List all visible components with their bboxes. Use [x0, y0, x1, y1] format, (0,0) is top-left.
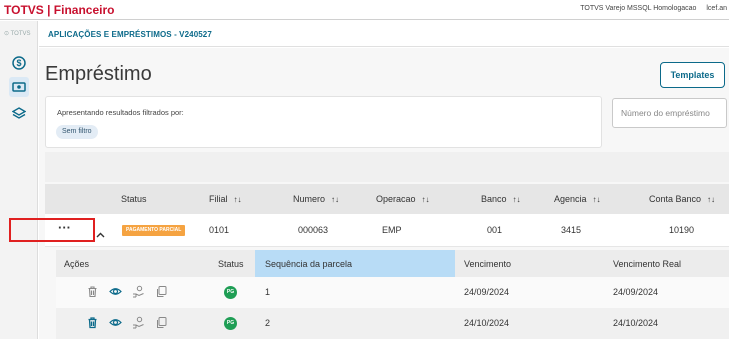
cell-sequencia: 1 [265, 287, 271, 297]
trash-icon[interactable] [86, 285, 99, 298]
cell-sequencia: 2 [265, 318, 271, 328]
column-header-status[interactable]: Status [218, 259, 244, 269]
eye-icon[interactable] [109, 316, 122, 329]
cell-vencimento: 24/09/2024 [464, 287, 510, 297]
templates-button[interactable]: Templates [660, 62, 725, 88]
cell-conta-banco: 10190 [669, 225, 695, 235]
status-badge: PAGAMENTO PARCIAL [122, 225, 186, 236]
column-header-filial[interactable]: Filial ↑↓ [209, 194, 242, 204]
copy-icon[interactable] [155, 316, 168, 329]
sort-icon[interactable]: ↑↓ [234, 195, 242, 204]
column-header-agencia[interactable]: Agencia ↑↓ [554, 194, 601, 204]
cell-numero: 000063 [298, 225, 329, 235]
paid-status-badge: PG [224, 286, 237, 299]
subtable-header: Ações Status Sequência da parcela Vencim… [56, 250, 729, 277]
user-label[interactable]: lcef.an [706, 5, 727, 12]
environment-label: TOTVS Varejo MSSQL Homologacao [580, 5, 697, 12]
column-header-conta-banco[interactable]: Conta Banco ↑↓ [649, 194, 715, 204]
sidebar-logo: ⊙ TOTVS [4, 31, 31, 37]
topbar-info: TOTVS Varejo MSSQL Homologacao lcef.an [572, 5, 727, 12]
table-row[interactable]: ··· PAGAMENTO PARCIAL 0101 000063 EMP 00… [45, 214, 729, 247]
paid-status-badge: PG [224, 317, 237, 330]
cell-vencimento: 24/10/2024 [464, 318, 510, 328]
layers-icon[interactable] [9, 103, 29, 123]
payment-icon[interactable] [132, 316, 145, 329]
toolbar-band [45, 152, 729, 182]
column-header-status[interactable]: Status [121, 194, 147, 204]
breadcrumb: APLICAÇÕES E EMPRÉSTIMOS - V240527 [39, 21, 729, 47]
table-header: Status Filial ↑↓ Numero ↑↓ Operacao ↑↓ Banc… [45, 184, 729, 214]
dollar-circle-icon[interactable]: $ [9, 53, 29, 73]
breadcrumb-title[interactable]: APLICAÇÕES E EMPRÉSTIMOS - V240527 [48, 30, 212, 39]
loan-number-search-input[interactable] [612, 98, 727, 128]
cell-banco: 001 [487, 225, 503, 235]
money-bill-icon[interactable] [9, 77, 29, 97]
cell-operacao: EMP [382, 225, 402, 235]
filter-chip[interactable]: Sem filtro [56, 125, 98, 139]
column-header-vencimento[interactable]: Vencimento [464, 259, 511, 269]
eye-icon[interactable] [109, 285, 122, 298]
sort-icon[interactable]: ↑↓ [331, 195, 339, 204]
copy-icon[interactable] [155, 285, 168, 298]
sort-icon[interactable]: ↑↓ [422, 195, 430, 204]
column-header-sequencia[interactable]: Sequência da parcela [265, 259, 352, 269]
app-title[interactable]: TOTVS | Financeiro [4, 3, 115, 17]
column-header-vencimento-real[interactable]: Vencimento Real [613, 259, 681, 269]
table-row[interactable]: PG 1 24/09/2024 24/09/2024 [56, 277, 729, 308]
filter-label: Apresentando resultados filtrados por: [57, 108, 184, 117]
svg-text:$: $ [16, 58, 21, 68]
trash-icon[interactable] [86, 316, 99, 329]
table-row[interactable]: PG 2 24/10/2024 24/10/2024 [56, 308, 729, 339]
sort-icon[interactable]: ↑↓ [513, 195, 521, 204]
cell-filial: 0101 [209, 225, 230, 235]
payment-icon[interactable] [132, 285, 145, 298]
column-header-operacao[interactable]: Operacao ↑↓ [376, 194, 430, 204]
column-header-banco[interactable]: Banco ↑↓ [481, 194, 521, 204]
chevron-up-icon[interactable] [96, 225, 105, 243]
column-header-acoes: Ações [64, 259, 90, 269]
cell-agencia: 3415 [561, 225, 582, 235]
page-title: Empréstimo [45, 63, 152, 85]
filter-summary: Apresentando resultados filtrados por: S… [45, 96, 602, 148]
column-header-numero[interactable]: Numero ↑↓ [293, 194, 339, 204]
cell-vencimento-real: 24/09/2024 [613, 287, 659, 297]
sort-icon[interactable]: ↑↓ [707, 195, 715, 204]
cell-vencimento-real: 24/10/2024 [613, 318, 659, 328]
highlight-box [9, 218, 95, 242]
sort-icon[interactable]: ↑↓ [593, 195, 601, 204]
sidebar: ⊙ TOTVS $ [0, 21, 38, 339]
top-bar: TOTVS | Financeiro TOTVS Varejo MSSQL Ho… [0, 0, 729, 20]
